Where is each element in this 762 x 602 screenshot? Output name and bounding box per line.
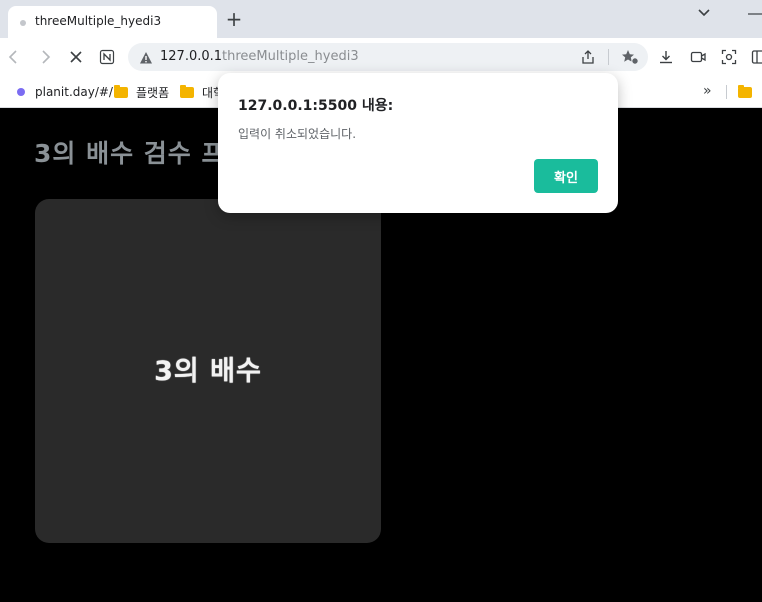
multiple-card[interactable]: 3의 배수 — [35, 199, 381, 543]
folder-icon — [180, 84, 194, 98]
omnibox-divider — [608, 49, 609, 65]
bookmark-label: planit.day/#/ — [35, 85, 113, 99]
address-bar[interactable]: 127.0.0.1 threeMultiple_hyedi3 — [128, 43, 648, 71]
minimize-window-icon[interactable] — [746, 2, 762, 22]
card-label: 3의 배수 — [154, 356, 262, 387]
url-path: threeMultiple_hyedi3 — [222, 49, 359, 64]
site-dot-icon — [17, 88, 25, 96]
bookmark-planit[interactable]: planit.day/#/ — [17, 83, 113, 101]
bookmark-label: 플랫폼 — [136, 85, 170, 100]
download-icon[interactable] — [656, 47, 676, 67]
folder-icon — [114, 84, 128, 98]
back-icon[interactable] — [2, 45, 26, 69]
bookmark-star-icon[interactable] — [620, 47, 640, 67]
alert-dialog: 127.0.0.1:5500 내용: 입력이 취소되었습니다. 확인 — [218, 73, 618, 213]
stop-loading-icon[interactable] — [64, 45, 88, 69]
folder-icon — [738, 84, 752, 98]
new-tab-button[interactable]: + — [224, 9, 244, 29]
tab-strip: threeMultiple_hyedi3 + — [0, 0, 762, 38]
share-icon[interactable] — [578, 47, 598, 67]
dialog-title: 127.0.0.1:5500 내용: — [238, 98, 394, 114]
media-icon[interactable] — [688, 47, 708, 67]
dialog-message: 입력이 취소되었습니다. — [238, 127, 357, 141]
naver-extension-icon[interactable] — [95, 45, 119, 69]
screenshot-icon[interactable] — [719, 47, 739, 67]
browser-toolbar: 127.0.0.1 threeMultiple_hyedi3 — [0, 38, 762, 76]
bookmark-folder-platform[interactable]: 플랫폼 — [114, 83, 169, 101]
forward-icon[interactable] — [33, 45, 57, 69]
url-host: 127.0.0.1 — [160, 49, 223, 64]
tab-title: threeMultiple_hyedi3 — [35, 14, 162, 28]
sidebar-toggle-icon[interactable] — [748, 47, 762, 67]
not-secure-warning-icon[interactable] — [139, 50, 153, 64]
ok-button[interactable]: 확인 — [534, 159, 598, 193]
loading-favicon-icon — [20, 20, 26, 26]
bookmarks-divider — [726, 85, 727, 99]
active-tab[interactable]: threeMultiple_hyedi3 — [8, 6, 217, 38]
browser-window: threeMultiple_hyedi3 + 127.0.0.1 threeMu… — [0, 0, 762, 602]
bookmark-folder-other[interactable] — [738, 83, 760, 101]
bookmarks-overflow-button[interactable]: » — [703, 83, 712, 99]
tab-search-chevron-icon[interactable] — [694, 4, 714, 22]
